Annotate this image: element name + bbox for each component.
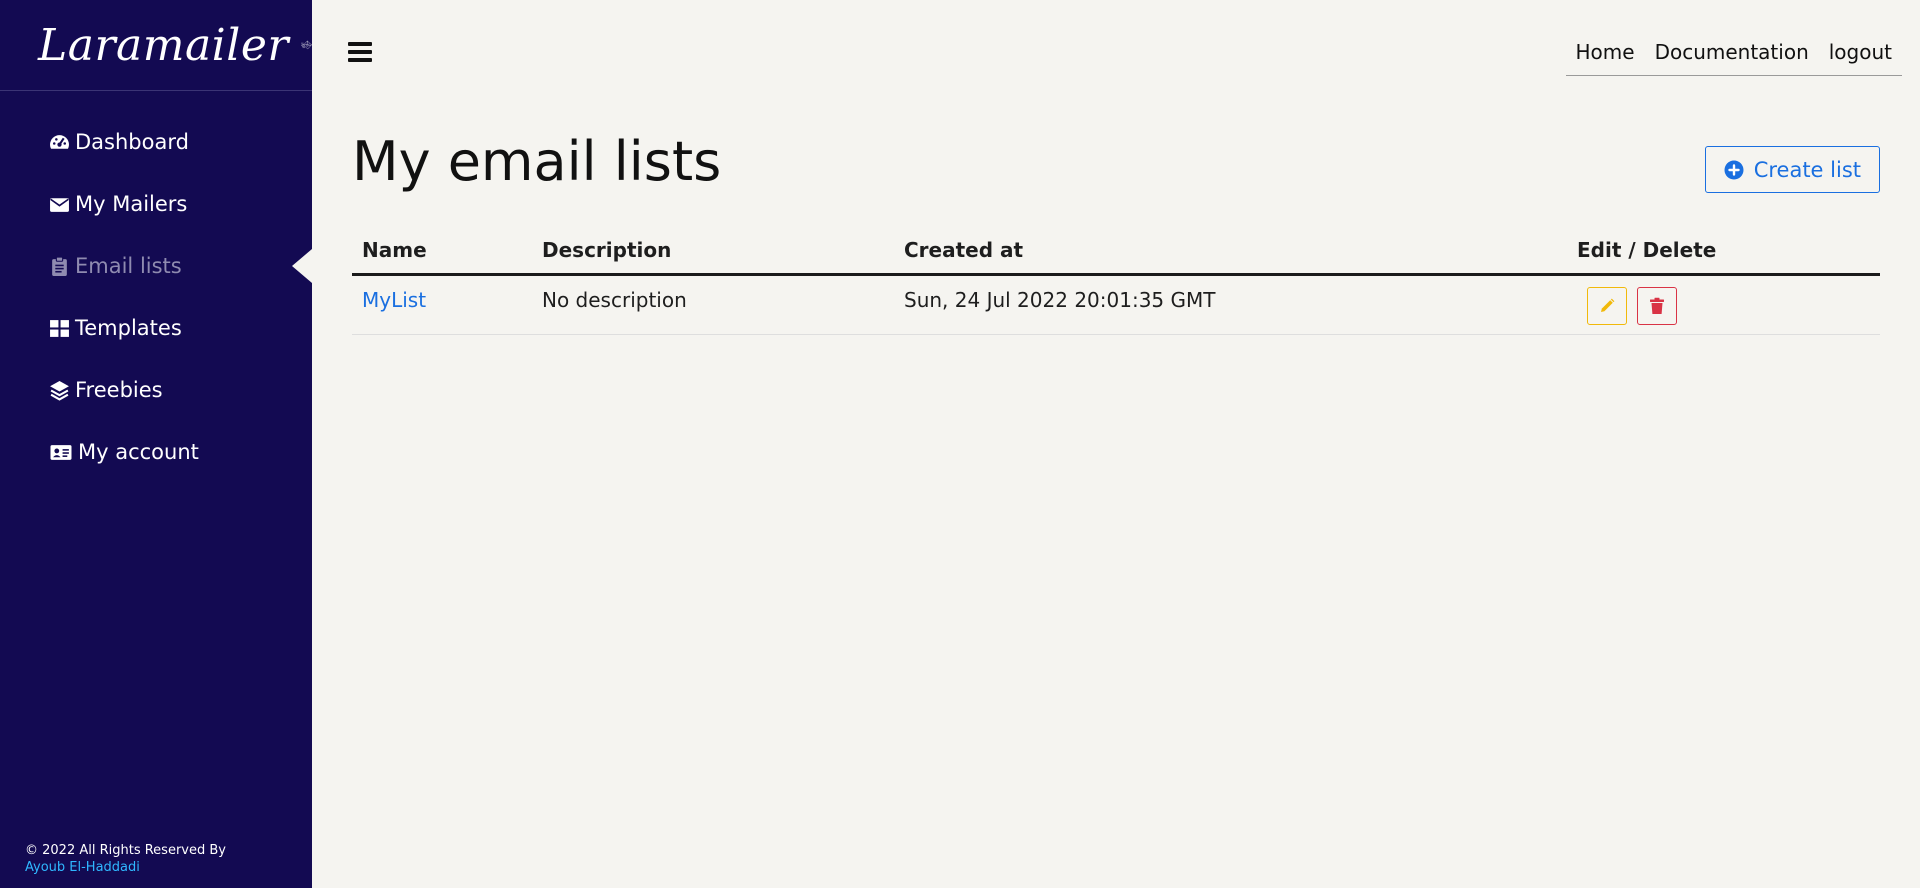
top-nav: Home Documentation logout (1565, 36, 1902, 76)
sidebar-item-label: My Mailers (75, 192, 188, 216)
copyright-text: © 2022 All Rights Reserved By (25, 843, 226, 858)
email-lists-table: Name Description Created at Edit / Delet… (352, 232, 1880, 335)
list-created-at: Sun, 24 Jul 2022 20:01:35 GMT (894, 274, 1567, 335)
sidebar-item-label: Dashboard (75, 130, 189, 154)
sidebar-item-label: Email lists (75, 254, 182, 278)
flying-envelope-icon (301, 40, 312, 50)
pencil-icon (1601, 298, 1615, 312)
column-header-name: Name (352, 232, 532, 276)
column-header-created-at: Created at (894, 232, 1567, 276)
sidebar-item-email-lists[interactable]: Email lists (0, 235, 312, 297)
nav-documentation-link[interactable]: Documentation (1655, 40, 1809, 64)
id-card-icon (50, 444, 72, 460)
row-actions (1587, 286, 1677, 325)
trash-icon (1650, 297, 1664, 314)
brand[interactable]: Laramailer (0, 0, 312, 91)
clipboard-list-icon (52, 256, 67, 276)
create-list-button[interactable]: Create list (1704, 146, 1880, 193)
create-list-label: Create list (1753, 157, 1861, 182)
brand-name: Laramailer (38, 19, 289, 71)
delete-button[interactable] (1637, 286, 1677, 325)
table-row: MyList No description Sun, 24 Jul 2022 2… (352, 274, 1880, 335)
list-description: No description (532, 274, 894, 335)
menu-toggle-icon[interactable] (348, 42, 372, 64)
column-header-edit-delete: Edit / Delete (1567, 232, 1880, 276)
sidebar-item-my-mailers[interactable]: My Mailers (0, 173, 312, 235)
edit-button[interactable] (1587, 286, 1627, 325)
sidebar-item-label: My account (78, 440, 199, 464)
gauge-icon (50, 134, 69, 149)
plus-circle-icon (1724, 160, 1744, 179)
sidebar-item-freebies[interactable]: Freebies (0, 359, 312, 421)
nav-home-link[interactable]: Home (1576, 40, 1635, 64)
layers-icon (50, 380, 69, 401)
column-header-description: Description (532, 232, 894, 276)
grid-icon (50, 319, 69, 337)
sidebar-item-label: Templates (75, 316, 182, 340)
page-title: My email lists (352, 130, 722, 193)
main-content: Home Documentation logout My email lists… (312, 0, 1920, 888)
envelope-icon (50, 197, 69, 212)
author-link[interactable]: Ayoub El-Haddadi (25, 859, 226, 876)
sidebar: Laramailer Dashboard My Mailers Email li… (0, 0, 312, 888)
sidebar-footer: © 2022 All Rights Reserved By Ayoub El-H… (25, 842, 226, 876)
sidebar-item-label: Freebies (75, 378, 163, 402)
sidebar-item-dashboard[interactable]: Dashboard (0, 111, 312, 173)
table-header-row: Name Description Created at Edit / Delet… (352, 232, 1880, 276)
sidebar-nav: Dashboard My Mailers Email lists Templat… (0, 111, 312, 483)
sidebar-item-templates[interactable]: Templates (0, 297, 312, 359)
sidebar-item-my-account[interactable]: My account (0, 421, 312, 483)
nav-logout-link[interactable]: logout (1829, 40, 1892, 64)
list-name-link[interactable]: MyList (362, 288, 426, 312)
